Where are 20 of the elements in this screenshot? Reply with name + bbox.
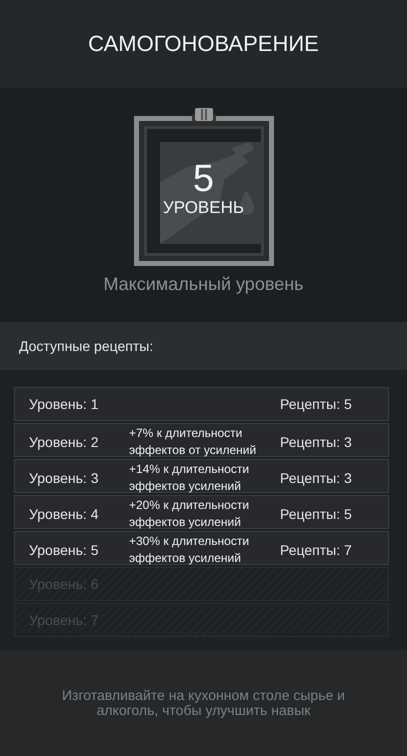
bonus-text: +30% к длительности эффектов усилений — [129, 533, 250, 567]
status-text: Максимальный уровень — [103, 274, 304, 295]
bonus-text: +20% к длительности эффектов усилений — [129, 497, 250, 531]
level-label: Уровень: 2 — [29, 434, 100, 450]
recipes-count: Рецепты: 5 — [280, 396, 353, 412]
level-caption: УРОВЕНЬ — [162, 198, 244, 218]
level-label: Уровень: 1 — [29, 396, 100, 412]
level-number: 5 — [192, 160, 214, 198]
bonus-text: +7% к длительности эффектов от усилений — [129, 425, 258, 459]
level-label: Уровень: 3 — [29, 470, 100, 486]
recipes-count: Рецепты: 7 — [280, 542, 353, 558]
skill-title: САМОГОНОВАРЕНИЕ — [88, 31, 319, 57]
recipes-count: Рецепты: 5 — [280, 506, 353, 522]
level-label: Уровень: 5 — [29, 542, 100, 558]
section-heading: Доступные рецепты: — [19, 338, 154, 354]
hint-text: Изготавливайте на кухонном столе сырье и алкоголь, чтобы улучшить навык — [60, 688, 346, 718]
recipes-count: Рецепты: 3 — [280, 470, 353, 486]
bonus-text: +14% к длительности эффектов усилений — [129, 461, 250, 495]
level-label: Уровень: 4 — [29, 506, 100, 522]
recipes-count: Рецепты: 3 — [280, 434, 353, 450]
